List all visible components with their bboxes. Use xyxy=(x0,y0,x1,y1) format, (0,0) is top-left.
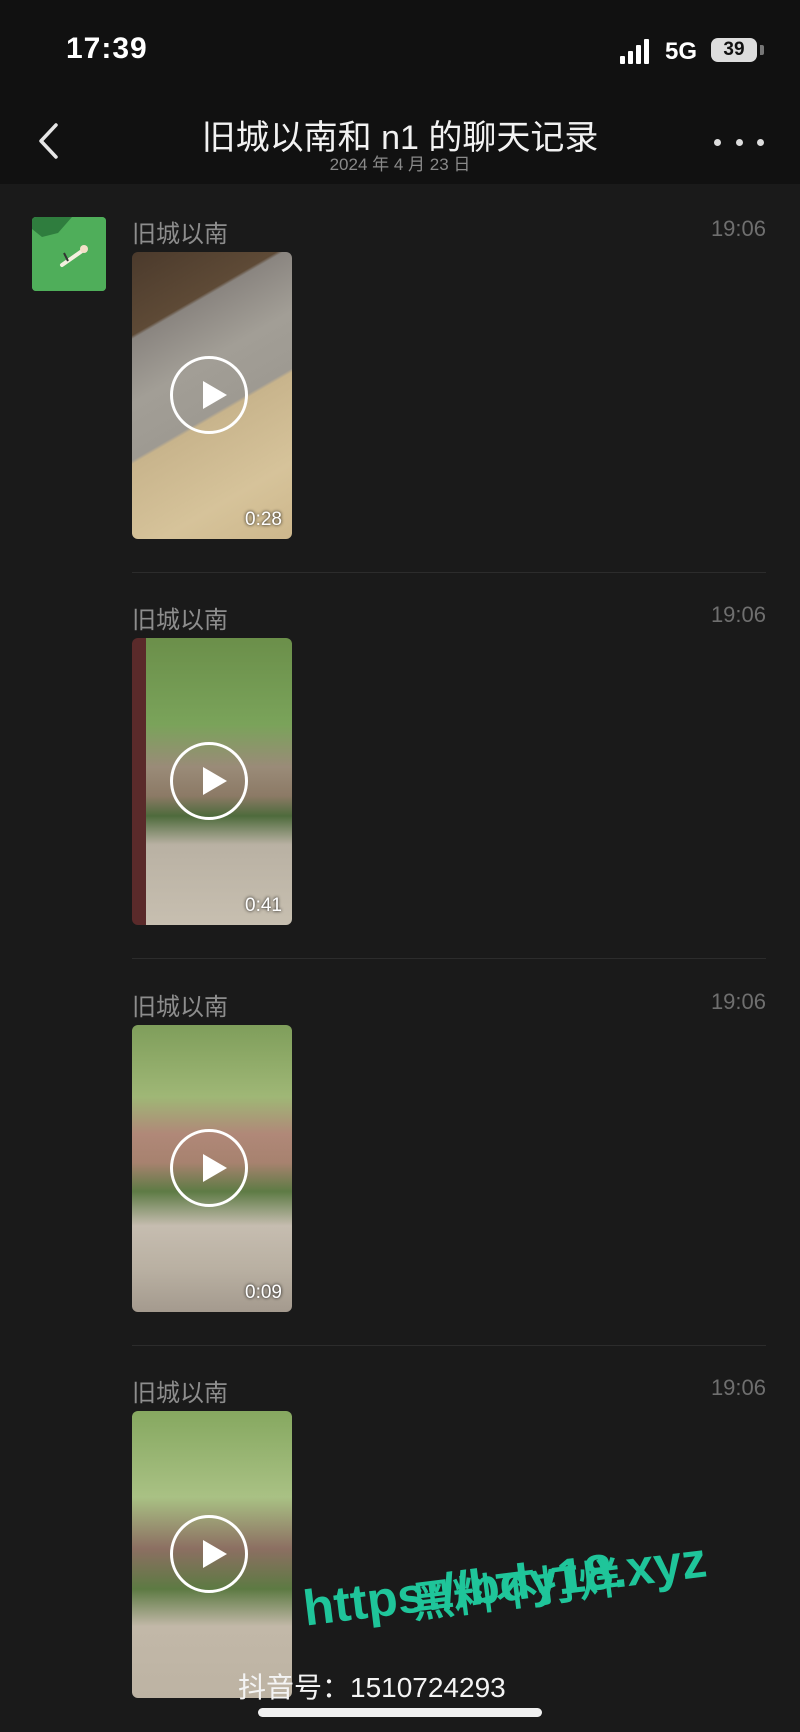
sender-name: 旧城以南 xyxy=(132,221,228,248)
play-icon xyxy=(170,742,248,820)
video-thumbnail[interactable]: 0:41 xyxy=(132,638,292,925)
dot-icon xyxy=(714,138,721,146)
status-time: 17:39 xyxy=(66,32,148,65)
chat-header: 旧城以南和 n1 的聊天记录 2024 年 4 月 23 日 xyxy=(0,100,800,184)
sender-name: 旧城以南 xyxy=(132,1380,228,1407)
network-label: 5G xyxy=(665,38,698,65)
message-time: 19:06 xyxy=(710,989,766,1014)
message-time: 19:06 xyxy=(710,602,766,627)
avatar-image xyxy=(32,217,106,291)
video-duration: 0:09 xyxy=(245,1282,282,1303)
video-thumbnail[interactable]: 0:28 xyxy=(132,252,292,539)
play-icon xyxy=(170,356,248,434)
watermark-url: https://bdy18.xyz xyxy=(300,1531,710,1637)
home-indicator[interactable] xyxy=(258,1708,542,1717)
video-duration: 0:41 xyxy=(245,895,282,916)
dot-icon xyxy=(757,138,764,146)
message-time: 19:06 xyxy=(710,216,766,241)
status-bar: 17:39 5G 39 xyxy=(0,0,800,100)
battery-icon: 39 xyxy=(711,38,757,62)
sender-name: 旧城以南 xyxy=(132,994,228,1021)
divider xyxy=(132,1345,766,1346)
douyin-id: 抖音号：1510724293 xyxy=(238,1672,506,1703)
avatar[interactable] xyxy=(32,217,106,291)
video-thumbnail[interactable]: 0:09 xyxy=(132,1025,292,1312)
video-thumbnail[interactable] xyxy=(132,1411,292,1698)
message-time: 19:06 xyxy=(710,1375,766,1400)
divider xyxy=(132,958,766,959)
sender-name: 旧城以南 xyxy=(132,607,228,634)
video-duration: 0:28 xyxy=(245,509,282,530)
play-icon xyxy=(170,1129,248,1207)
page-date: 2024 年 4 月 23 日 xyxy=(329,155,471,174)
signal-icon xyxy=(620,38,649,64)
play-icon xyxy=(170,1515,248,1593)
battery-tip xyxy=(760,45,764,55)
dot-icon xyxy=(735,138,743,146)
divider xyxy=(132,572,766,573)
more-options-button[interactable] xyxy=(714,130,764,154)
